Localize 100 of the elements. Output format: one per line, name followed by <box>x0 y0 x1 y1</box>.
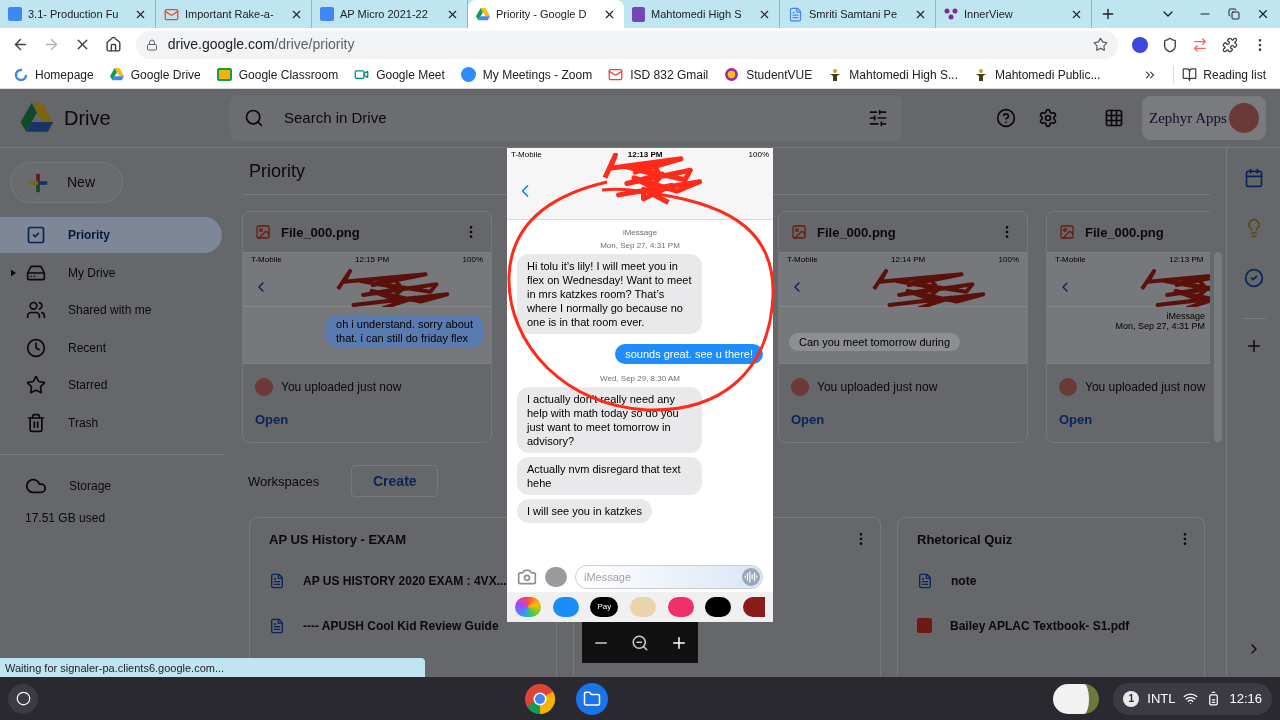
zoom-reset-icon[interactable] <box>631 633 649 652</box>
reading-list-icon <box>1182 67 1198 83</box>
file-card[interactable]: File_000.png T-Mobile 12:14 PM 100% Can you meet tomorrow during You uploaded just now Open <box>778 211 1028 444</box>
image-file-icon <box>255 224 271 241</box>
close-icon[interactable] <box>134 8 147 21</box>
tab-title: InnerView <box>964 7 1014 23</box>
clock-icon <box>26 337 46 358</box>
files-app-button[interactable] <box>575 682 608 715</box>
launcher-button[interactable] <box>8 683 38 714</box>
search-placeholder: Search in Drive <box>284 108 388 129</box>
nav-item[interactable]: Shared with me <box>0 292 222 329</box>
avatar-icon <box>791 378 809 397</box>
browser-tab[interactable]: Priority - Google D <box>468 0 624 29</box>
image-file-icon <box>1059 224 1075 241</box>
timestamp-text: iMessage <box>1166 311 1205 322</box>
nav-item[interactable]: Starred <box>0 367 222 404</box>
close-icon[interactable] <box>446 8 459 21</box>
settings-icon[interactable] <box>1038 108 1058 129</box>
tab-title: Mahtomedi High S <box>651 7 743 23</box>
star-icon <box>26 375 46 396</box>
restore-icon[interactable] <box>1228 8 1240 21</box>
bookmark[interactable]: Mahtomedi High S... <box>828 65 958 84</box>
tasks-icon[interactable] <box>1243 268 1264 289</box>
launcher-icon <box>15 691 31 707</box>
chrome-icon[interactable] <box>523 682 556 715</box>
keyboard-layout-text: INTL <box>1147 689 1176 708</box>
checkbox-icon <box>26 225 46 246</box>
search-icon <box>244 108 264 129</box>
received-message-bubble: Hi tolu it’s lily! I will meet you in flex on Wednesday! Want to meet in mrs katzkes room? That’s where I normally go because no one is in that room ever. <box>517 254 702 334</box>
file-row[interactable]: AP US HISTORY 2020 EXAM : 4VX... <box>269 558 507 604</box>
bookmark-star-icon[interactable] <box>1093 37 1109 53</box>
section-label: Workspaces <box>248 472 320 491</box>
bookmark[interactable]: Google Meet <box>354 65 445 84</box>
file-name: note <box>951 572 977 590</box>
google-logo-icon <box>14 67 28 82</box>
apps-icon[interactable] <box>1104 108 1124 129</box>
nav-item[interactable]: My Drive <box>0 254 222 291</box>
file-row[interactable]: note <box>917 558 977 604</box>
file-row[interactable]: Bailey APLAC Textbook- S1.pdf <box>917 603 1130 649</box>
close-icon[interactable] <box>1070 8 1083 21</box>
close-icon[interactable] <box>290 8 303 21</box>
home-icon[interactable] <box>104 36 122 54</box>
tab-title: Important Rake-a- <box>185 7 275 23</box>
tab-title: 3.1- Production Fu <box>28 7 120 23</box>
nav-item[interactable]: Trash <box>0 404 222 441</box>
reading-list-button[interactable]: Reading list <box>1173 65 1266 84</box>
dots-logo-icon <box>944 7 958 22</box>
file-row[interactable]: ---- APUSH Cool Kid Review Guide <box>269 603 499 649</box>
extensions-icon[interactable] <box>1222 36 1239 53</box>
bookmark[interactable]: StudentVUE <box>724 65 813 84</box>
trash-icon <box>26 412 46 433</box>
nav-item[interactable]: Priority <box>0 217 222 254</box>
close-icon[interactable] <box>758 8 771 21</box>
wifi-icon <box>1183 691 1199 707</box>
activity-text: You uploaded just now <box>817 379 938 397</box>
carrier-text: T-Mobile <box>251 254 282 267</box>
input-placeholder: iMessage <box>584 569 632 585</box>
timestamp-text: Mon, Sep 27, 4:31 PM <box>600 241 680 250</box>
file-name: File_000.png <box>281 223 361 242</box>
bookmark[interactable]: Google Drive <box>109 65 201 84</box>
notification-count: 1 <box>1123 690 1140 707</box>
clock-text: 12:14 PM <box>891 254 926 267</box>
tab-title: Smriti Samtani Pe <box>809 7 899 23</box>
bookmark[interactable]: ISD 832 Gmail <box>608 65 709 84</box>
file-card[interactable]: File_000.png T-Mobile 12:13 PM iMessage Mon, Sep 27, 4:31 PM You uploaded just now Open <box>1046 211 1210 444</box>
avatar-icon <box>1229 103 1259 134</box>
avatar-icon <box>255 378 273 397</box>
system-tray[interactable]: 1 INTL 12:16 <box>1113 682 1272 715</box>
account-button[interactable]: Zephyr Apps <box>1142 96 1266 141</box>
colorful-circle-icon <box>724 67 740 83</box>
nav-item[interactable]: Recent <box>0 329 222 366</box>
received-message-bubble: I will see you in katzkes <box>517 499 652 523</box>
close-icon[interactable] <box>914 8 927 21</box>
received-message-bubble: Actually nvm disregard that text hehe <box>517 457 702 495</box>
calendar-icon[interactable] <box>1243 168 1264 189</box>
new-button[interactable]: New <box>10 162 123 204</box>
avatar-icon <box>1059 378 1077 397</box>
address-bar[interactable]: drive.google.com/drive/priority <box>135 30 1119 59</box>
people-icon <box>26 300 46 321</box>
clock-text: 12:15 PM <box>355 254 390 267</box>
search-field[interactable]: Search in Drive <box>230 95 902 142</box>
close-icon[interactable] <box>603 8 616 21</box>
file-name: File_000.png <box>1085 223 1165 242</box>
shield-icon[interactable] <box>1162 36 1179 53</box>
bookmark[interactable]: My Meetings - Zoom <box>460 65 593 84</box>
bookmark[interactable]: Mahtomedi Public... <box>974 65 1101 84</box>
clock-text: 12:13 PM <box>1169 254 1204 267</box>
bookmark[interactable]: Homepage <box>14 65 94 84</box>
expand-arrow-icon[interactable] <box>11 268 16 277</box>
carrier-text: T-Mobile <box>511 149 542 161</box>
storage-used-text: 17.51 GB used <box>25 510 107 528</box>
workspace-title: Rhetorical Quiz <box>917 530 1013 549</box>
image-file-icon <box>791 224 807 241</box>
timestamp-text: Wed, Sep 29, 8:30 AM <box>600 374 680 383</box>
filter-icon[interactable] <box>868 108 888 129</box>
status-bubble: Waiting for signaler-pa.clients6.google.com... <box>0 658 425 678</box>
bookmark[interactable]: Google Classroom <box>216 65 339 84</box>
document-icon <box>269 572 285 589</box>
help-icon[interactable] <box>996 108 1016 129</box>
file-card[interactable]: File_000.png T-Mobile 12:15 PM 100% oh i understand. sorry about that. i can still do friday flex You uploaded just now Open <box>242 211 492 444</box>
